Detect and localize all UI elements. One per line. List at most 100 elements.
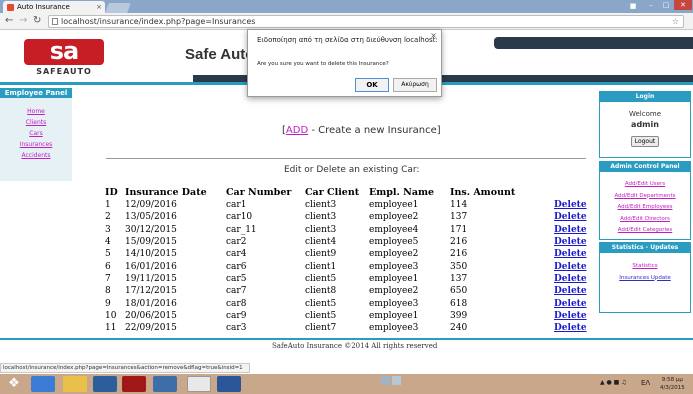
reload-icon[interactable]: ↻ <box>33 15 41 27</box>
cell-amount: 216 <box>450 249 468 260</box>
cell-date: 15/09/2015 <box>125 237 177 248</box>
admin-link-directors[interactable]: Add/Edit Directors <box>600 214 690 226</box>
system-tray-icons[interactable]: ▲ ● ■ ♫ <box>600 379 627 386</box>
delete-link[interactable]: Delete <box>554 225 587 235</box>
forward-arrow-icon[interactable]: → <box>19 15 27 27</box>
delete-link[interactable]: Delete <box>554 274 587 284</box>
admin-link-categories[interactable]: Add/Edit Categories <box>600 225 690 237</box>
delete-link[interactable]: Delete <box>554 237 587 247</box>
cell-car-client: client1 <box>305 261 337 272</box>
cell-delete: Delete <box>554 211 587 223</box>
dialog-close-icon[interactable]: × <box>430 31 437 40</box>
cell-delete: Delete <box>554 322 587 334</box>
cell-employee: employee3 <box>369 261 419 272</box>
cell-car-client: client5 <box>305 310 337 321</box>
cell-id: 4 <box>105 237 111 248</box>
cell-amount: 350 <box>450 261 468 272</box>
cell-id: 10 <box>105 310 117 321</box>
delete-link[interactable]: Delete <box>554 286 587 296</box>
cell-id: 11 <box>105 323 117 334</box>
cell-employee: employee4 <box>369 224 419 235</box>
new-tab-button[interactable] <box>105 3 131 13</box>
admin-control-panel: Admin Control Panel Add/Edit Users Add/E… <box>599 161 691 240</box>
nav-link-cars[interactable]: Cars <box>0 128 72 139</box>
logo-wordmark: SAFEAUTO <box>36 67 92 76</box>
cell-car-client: client4 <box>305 237 337 248</box>
cell-employee: employee2 <box>369 212 419 223</box>
windows-start-icon[interactable]: ❖ <box>2 375 26 393</box>
site-title: Safe Auto <box>185 46 255 63</box>
cell-employee: employee1 <box>369 273 419 284</box>
statistics-panel-heading: Statistics - Updates <box>600 243 690 253</box>
cell-amount: 216 <box>450 237 468 248</box>
site-logo[interactable]: sa SAFEAUTO <box>24 39 104 79</box>
cell-date: 19/11/2015 <box>125 273 177 284</box>
cell-employee: employee2 <box>369 249 419 260</box>
add-insurance-link[interactable]: ADD <box>286 125 308 136</box>
delete-link[interactable]: Delete <box>554 200 587 210</box>
admin-link-departments[interactable]: Add/Edit Departments <box>600 191 690 203</box>
delete-link[interactable]: Delete <box>554 311 587 321</box>
cell-date: 22/09/2015 <box>125 323 177 334</box>
column-header-id: ID <box>105 187 118 198</box>
bookmark-star-icon[interactable]: ☆ <box>672 16 679 27</box>
delete-link[interactable]: Delete <box>554 212 587 222</box>
admin-link-employees[interactable]: Add/Edit Employees <box>600 202 690 214</box>
delete-link[interactable]: Delete <box>554 262 587 272</box>
adobe-reader-icon[interactable] <box>122 376 146 392</box>
taskbar-clock[interactable]: 9:58 μμ 4/3/2015 <box>660 376 685 392</box>
browser-tab[interactable]: Auto Insurance × <box>3 1 105 13</box>
cell-employee: employee1 <box>369 200 419 211</box>
cell-delete: Delete <box>554 199 587 211</box>
nav-link-clients[interactable]: Clients <box>0 117 72 128</box>
table-header-row: ID Insurance Date Car Number Car Client … <box>105 186 587 199</box>
cell-id: 8 <box>105 286 111 297</box>
cell-car-client: client3 <box>305 224 337 235</box>
taskbar-window-icon-2[interactable] <box>392 376 401 385</box>
delete-link[interactable]: Delete <box>554 249 587 259</box>
word-icon[interactable] <box>217 376 241 392</box>
table-row: 8 17/12/2015 car7 client8 employee2 650 Delete <box>105 285 587 297</box>
cell-id: 6 <box>105 261 111 272</box>
cell-employee: employee1 <box>369 310 419 321</box>
delete-link[interactable]: Delete <box>554 299 587 309</box>
dialog-message: Are you sure you want to delete this Ins… <box>257 61 389 67</box>
address-bar[interactable]: localhost/insurance/index.php?page=Insur… <box>48 15 684 28</box>
window-close-icon[interactable]: ✕ <box>674 0 692 10</box>
maximize-icon[interactable]: □ <box>659 0 673 10</box>
back-arrow-icon[interactable]: ← <box>5 15 13 27</box>
dialog-ok-button[interactable]: OK <box>355 78 389 92</box>
footer-copyright: SafeAuto Insurance ©2014 All rights rese… <box>272 342 438 350</box>
user-icon[interactable]: ■ <box>626 1 640 11</box>
cell-car-number: car3 <box>226 323 247 334</box>
cell-amount: 618 <box>450 298 468 309</box>
outlook-icon[interactable] <box>93 376 117 392</box>
taskbar-window-icon[interactable] <box>381 376 390 385</box>
cell-id: 3 <box>105 224 111 235</box>
os-taskbar: ❖ <box>0 374 693 394</box>
nav-link-insurances[interactable]: Insurances <box>0 139 72 150</box>
logout-button[interactable]: Logout <box>631 136 659 147</box>
cell-amount: 137 <box>450 212 468 223</box>
admin-link-users[interactable]: Add/Edit Users <box>600 179 690 191</box>
stats-link-insurances-update[interactable]: Insurances Update <box>600 273 690 285</box>
internet-explorer-icon[interactable] <box>31 376 55 392</box>
column-header-employee: Empl. Name <box>369 187 435 198</box>
delete-link[interactable]: Delete <box>554 323 587 333</box>
dialog-cancel-button[interactable]: Ακύρωση <box>393 78 437 92</box>
browser-tab-bar: Auto Insurance × ■ – □ ✕ <box>0 0 693 13</box>
cell-delete: Delete <box>554 236 587 248</box>
chrome-icon[interactable] <box>187 376 211 392</box>
stats-link-statistics[interactable]: Statistics <box>600 261 690 273</box>
cell-delete: Delete <box>554 260 587 272</box>
table-row: 4 15/09/2015 car2 client4 employee5 216 Delete <box>105 236 587 248</box>
nav-link-home[interactable]: Home <box>0 106 72 117</box>
cell-date: 13/05/2016 <box>125 212 177 223</box>
language-indicator[interactable]: ΕΛ <box>641 379 650 387</box>
cell-delete: Delete <box>554 273 587 285</box>
minimize-icon[interactable]: – <box>644 0 658 10</box>
media-app-icon[interactable] <box>153 376 177 392</box>
file-explorer-icon[interactable] <box>63 376 87 392</box>
tab-close-icon[interactable]: × <box>96 1 102 13</box>
nav-link-accidents[interactable]: Accidents <box>0 150 72 161</box>
